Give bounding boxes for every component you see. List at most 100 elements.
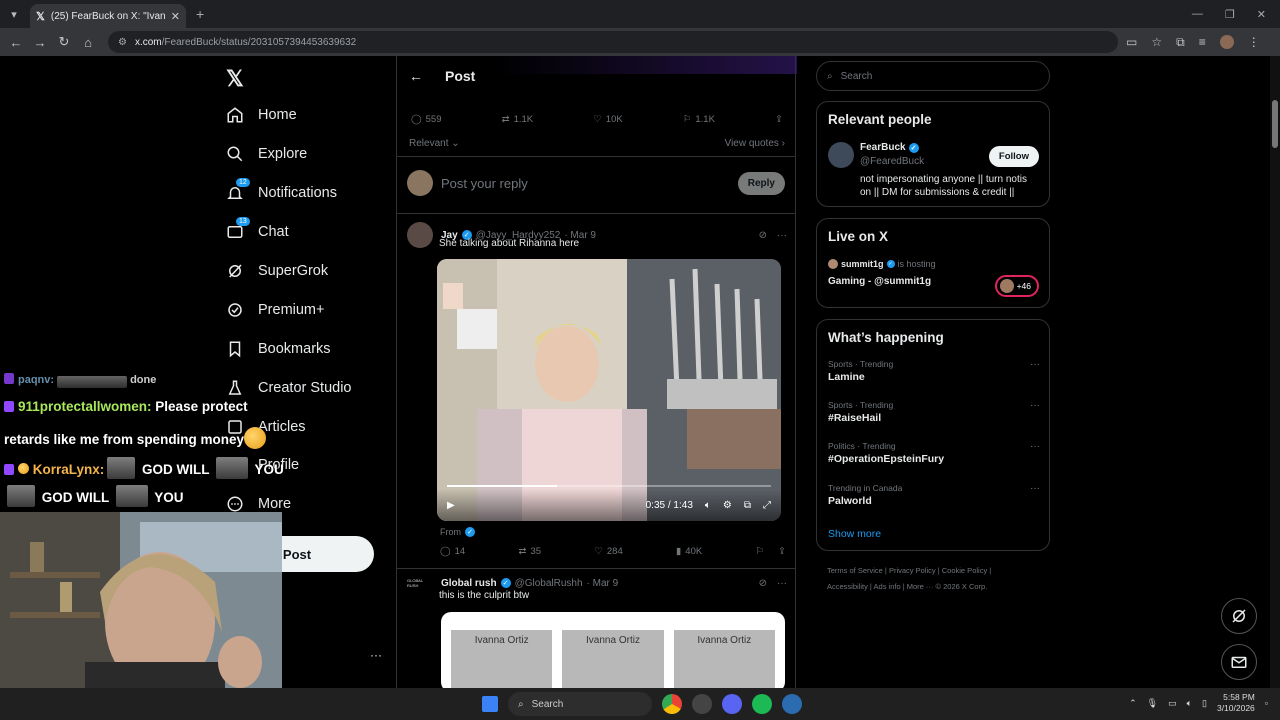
reply-input[interactable]: Post your reply <box>441 176 730 191</box>
tweet-views[interactable]: ▮ 40K <box>676 546 702 557</box>
microphone-icon[interactable]: 🎙︎ <box>1147 698 1158 709</box>
picture-in-picture-icon[interactable]: ⧉ <box>744 500 751 511</box>
tweet-repost-action[interactable]: ⇄ 35 <box>519 546 542 557</box>
tweet-avatar[interactable] <box>407 222 433 248</box>
messages-fab-icon[interactable] <box>1221 644 1257 680</box>
app-icon[interactable] <box>782 694 802 714</box>
live-space-title[interactable]: Gaming - @summit1g <box>828 276 931 287</box>
tweet-author-name[interactable]: Global rush <box>441 578 497 589</box>
tweet-reply-action[interactable]: ◯ 14 <box>440 546 465 557</box>
nav-premium[interactable]: Premium+ <box>226 301 324 319</box>
trend-more-icon[interactable]: ··· <box>1030 400 1040 411</box>
extensions-icon[interactable]: ⧉ <box>1176 35 1185 50</box>
grok-fab-icon[interactable] <box>1221 598 1257 634</box>
trend-item[interactable]: Politics · Trending #OperationEpsteinFur… <box>828 441 1040 465</box>
page-scrollbar[interactable] <box>1270 56 1280 688</box>
more-options-icon[interactable]: ··· <box>777 578 787 589</box>
obs-icon[interactable] <box>692 694 712 714</box>
show-more-link[interactable]: Show more <box>828 528 881 540</box>
nav-chat[interactable]: 13 Chat <box>226 217 289 241</box>
tab-close-icon[interactable]: ✕ <box>171 10 180 23</box>
share-icon[interactable]: ⇪ <box>778 546 786 557</box>
reply-action[interactable]: ◯ 559 <box>411 114 442 125</box>
reply-button[interactable]: Reply <box>737 171 785 195</box>
profile-avatar[interactable] <box>1219 35 1234 49</box>
share-action[interactable]: ⇪ <box>775 114 783 125</box>
back-icon[interactable]: ← <box>4 30 28 54</box>
grok-explain-icon[interactable]: ⊘ <box>759 578 767 589</box>
tray-chevron-icon[interactable]: ⌃ <box>1129 698 1137 709</box>
footer-line-1[interactable]: Terms of Service | Privacy Policy | Cook… <box>827 563 1047 579</box>
footer-line-2[interactable]: Accessibility | Ads info | More ··· © 20… <box>827 579 1047 595</box>
back-arrow-icon[interactable]: ← <box>409 68 423 84</box>
trend-item[interactable]: Trending in Canada Palworld ··· <box>828 483 1040 507</box>
bookmark-star-icon[interactable]: ☆ <box>1151 35 1162 49</box>
fullscreen-icon[interactable]: ⤢ <box>763 500 771 511</box>
x-logo-icon[interactable]: 𝕏 <box>226 66 244 92</box>
trend-more-icon[interactable]: ··· <box>1030 483 1040 494</box>
trend-item[interactable]: Sports · Trending #RaiseHail ··· <box>828 400 1040 424</box>
taskbar-search[interactable]: ⌕ Search <box>508 692 652 716</box>
bookmark-icon[interactable]: ⚐ <box>755 546 764 557</box>
trend-more-icon[interactable]: ··· <box>1030 441 1040 452</box>
new-tab-icon[interactable]: + <box>196 6 204 22</box>
reply-tweet[interactable]: Jay ✓ @Jayy_Hardyy252 · Mar 9 ⊘ ··· She t… <box>407 222 787 521</box>
person-name[interactable]: FearBuck ✓ <box>860 142 919 153</box>
tweet-image-grid[interactable]: Ivanna Ortiz Ivanna Ortiz Ivanna Ortiz <box>441 612 785 688</box>
reply-tweet[interactable]: GLOBAL RUSH Global rush ✓ @GlobalRushh ·… <box>407 576 787 601</box>
nav-notifications[interactable]: 12 Notifications <box>226 178 337 202</box>
settings-gear-icon[interactable]: ⚙ <box>723 500 732 511</box>
nav-bookmarks[interactable]: Bookmarks <box>226 340 331 358</box>
video-player[interactable]: ▶ 0:35 / 1:43 🔈︎ ⚙ ⧉ ⤢ <box>437 259 781 521</box>
tweet-date[interactable]: · Mar 9 <box>587 578 619 589</box>
clock[interactable]: 5:58 PM 3/10/2026 <box>1217 692 1255 714</box>
from-attribution[interactable]: From ✓ <box>440 527 475 537</box>
discord-icon[interactable] <box>722 694 742 714</box>
trend-item[interactable]: Sports · Trending Lamine ··· <box>828 359 1040 383</box>
close-window-icon[interactable]: ✕ <box>1257 8 1266 21</box>
nav-supergrok[interactable]: SuperGrok <box>226 262 328 280</box>
grok-explain-icon[interactable]: ⊘ <box>759 230 767 241</box>
like-action[interactable]: ♡ 10K <box>593 114 622 125</box>
more-options-icon[interactable]: ··· <box>777 230 787 241</box>
repost-action[interactable]: ⇄ 1.1K <box>502 114 534 125</box>
play-icon[interactable]: ▶ <box>447 500 455 511</box>
bookmark-action[interactable]: ⚐ 1.1K <box>683 114 715 125</box>
network-icon[interactable]: ▭ <box>1168 698 1177 709</box>
home-icon[interactable]: ⌂ <box>76 30 100 54</box>
site-info-icon[interactable]: ⚙ <box>118 37 127 48</box>
scrollbar-thumb[interactable] <box>1272 100 1278 148</box>
tweet-avatar[interactable]: GLOBAL RUSH <box>407 576 433 590</box>
reading-list-icon[interactable]: ≡ <box>1199 35 1206 49</box>
live-host-row[interactable]: summit1g ✓ is hosting <box>828 259 936 269</box>
video-progress-bar[interactable] <box>447 485 771 487</box>
account-menu-icon[interactable]: ··· <box>370 648 382 662</box>
cast-icon[interactable]: ▭ <box>1126 35 1137 49</box>
reload-icon[interactable]: ↻ <box>52 30 76 54</box>
battery-icon[interactable]: ▯ <box>1202 698 1207 709</box>
live-listeners[interactable]: +46 <box>994 275 1039 297</box>
maximize-icon[interactable]: ❐ <box>1225 8 1235 21</box>
person-avatar[interactable] <box>828 142 854 168</box>
nav-explore[interactable]: Explore <box>226 145 307 163</box>
tab-search-icon[interactable]: ▾ <box>4 4 24 24</box>
tweet-handle[interactable]: @GlobalRushh <box>515 578 583 589</box>
nav-home[interactable]: Home <box>226 106 297 124</box>
volume-icon[interactable]: 🔈︎ <box>705 500 711 511</box>
person-handle[interactable]: @FearedBuck <box>860 156 924 167</box>
tweet-like-action[interactable]: ♡ 284 <box>594 546 622 557</box>
browser-tab[interactable]: 𝕏 (25) FearBuck on X: "Ivanna Lis ✕ <box>30 4 186 28</box>
chrome-icon[interactable] <box>662 694 682 714</box>
speaker-icon[interactable]: 🔈︎ <box>1187 698 1192 709</box>
minimize-icon[interactable]: — <box>1192 8 1203 21</box>
start-menu-icon[interactable] <box>482 696 498 712</box>
follow-button[interactable]: Follow <box>988 146 1039 167</box>
view-quotes-link[interactable]: View quotes › <box>725 138 785 149</box>
search-input[interactable]: ⌕ Search <box>816 61 1050 91</box>
sort-dropdown[interactable]: Relevant ⌄ <box>409 138 460 149</box>
notification-center-icon[interactable]: ▫ <box>1265 698 1268 708</box>
forward-icon[interactable]: → <box>28 30 52 54</box>
url-field[interactable]: ⚙ x.com /FearedBuck/status/2031057394453… <box>108 31 1118 53</box>
browser-menu-icon[interactable]: ⋮ <box>1248 35 1260 49</box>
spotify-icon[interactable] <box>752 694 772 714</box>
